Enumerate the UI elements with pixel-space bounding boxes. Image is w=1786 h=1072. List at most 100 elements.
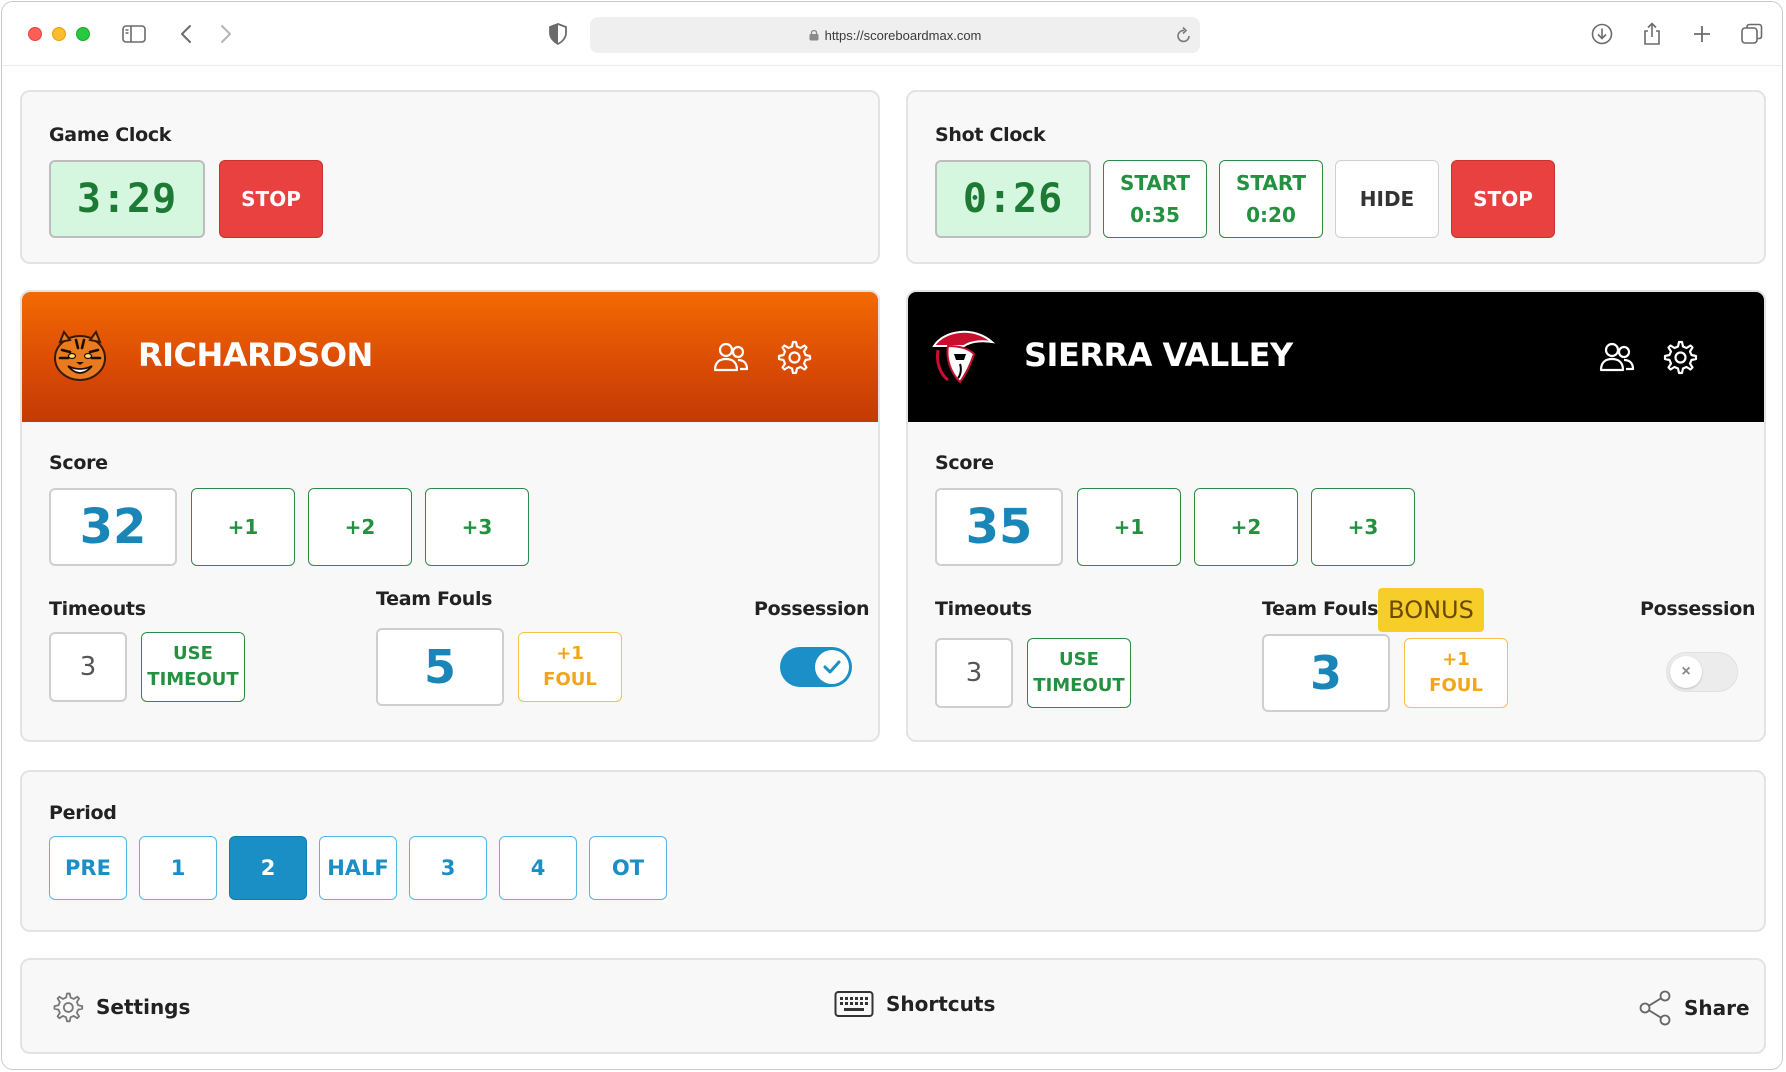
away-team-header: SIERRA VALLEY bbox=[908, 292, 1764, 422]
away-plus3-button[interactable]: +3 bbox=[1311, 488, 1415, 566]
download-icon[interactable] bbox=[1588, 20, 1616, 48]
start-35-line2: 0:35 bbox=[1130, 203, 1180, 227]
home-timeouts-label: Timeouts bbox=[49, 598, 146, 620]
away-timeouts-display: 3 bbox=[935, 638, 1013, 708]
away-plus1-button[interactable]: +1 bbox=[1077, 488, 1181, 566]
checkmark-icon bbox=[823, 660, 841, 674]
period-button-ot[interactable]: OT bbox=[589, 836, 667, 900]
reload-icon[interactable] bbox=[1176, 26, 1192, 44]
cavalier-logo-icon bbox=[930, 324, 996, 388]
url-text: https://scoreboardmax.com bbox=[824, 27, 982, 43]
toggle-knob bbox=[815, 650, 849, 684]
game-clock-label: Game Clock bbox=[49, 124, 172, 146]
share-link-label: Share bbox=[1684, 996, 1750, 1020]
period-button-3[interactable]: 3 bbox=[409, 836, 487, 900]
footer-bar: Settings Shortcuts Share bbox=[20, 958, 1766, 1054]
home-fouls-label: Team Fouls bbox=[376, 588, 493, 610]
period-panel: Period PRE 1 2 HALF 3 4 OT bbox=[20, 770, 1766, 932]
settings-link[interactable]: Settings bbox=[50, 990, 190, 1024]
away-add-foul-line1: +1 bbox=[1442, 649, 1470, 670]
away-team-panel: SIERRA VALLEY Score 35 +1 +2 +3 Timeouts… bbox=[906, 290, 1766, 742]
address-bar[interactable]: https://scoreboardmax.com bbox=[590, 17, 1200, 53]
home-team-panel: RICHARDSON Score 32 +1 +2 +3 Timeouts 3 … bbox=[20, 290, 880, 742]
away-add-foul-line2: FOUL bbox=[1429, 675, 1483, 696]
away-team-name: SIERRA VALLEY bbox=[1024, 336, 1293, 374]
home-possession-toggle[interactable] bbox=[780, 647, 852, 687]
away-bonus-badge: BONUS bbox=[1378, 588, 1484, 632]
new-tab-icon[interactable] bbox=[1688, 20, 1716, 48]
away-possession-label: Possession bbox=[1640, 598, 1756, 620]
start-shot-clock-20-button[interactable]: START 0:20 bbox=[1219, 160, 1323, 238]
home-fouls-display: 5 bbox=[376, 628, 504, 706]
shot-clock-stop-button[interactable]: STOP bbox=[1451, 160, 1555, 238]
shot-clock-label: Shot Clock bbox=[935, 124, 1046, 146]
share-link[interactable]: Share bbox=[1638, 990, 1750, 1026]
home-use-timeout-line2: TIMEOUT bbox=[147, 669, 239, 690]
zoom-window-button[interactable] bbox=[76, 27, 90, 41]
period-label: Period bbox=[49, 802, 117, 824]
keyboard-icon bbox=[834, 991, 874, 1017]
start-shot-clock-35-button[interactable]: START 0:35 bbox=[1103, 160, 1207, 238]
away-roster-icon[interactable] bbox=[1598, 338, 1636, 376]
period-button-1[interactable]: 1 bbox=[139, 836, 217, 900]
sidebar-toggle-icon[interactable] bbox=[120, 20, 148, 48]
browser-toolbar: https://scoreboardmax.com bbox=[2, 2, 1782, 66]
period-button-pre[interactable]: PRE bbox=[49, 836, 127, 900]
away-use-timeout-line2: TIMEOUT bbox=[1033, 675, 1125, 696]
home-use-timeout-line1: USE bbox=[173, 643, 213, 664]
lock-icon bbox=[809, 29, 819, 41]
hide-shot-clock-button[interactable]: HIDE bbox=[1335, 160, 1439, 238]
start-20-line1: START bbox=[1235, 171, 1307, 195]
home-settings-gear-icon[interactable] bbox=[774, 338, 812, 376]
share-nodes-icon bbox=[1639, 990, 1671, 1026]
toggle-knob-x-icon: × bbox=[1670, 656, 1702, 688]
away-score-label: Score bbox=[935, 452, 994, 474]
game-clock-panel: Game Clock 3:29 STOP bbox=[20, 90, 880, 264]
away-plus2-button[interactable]: +2 bbox=[1194, 488, 1298, 566]
page-content: Game Clock 3:29 STOP Shot Clock 0:26 STA… bbox=[2, 66, 1782, 1069]
privacy-shield-icon[interactable] bbox=[544, 20, 572, 48]
game-clock-stop-button[interactable]: STOP bbox=[219, 160, 323, 238]
home-plus2-button[interactable]: +2 bbox=[308, 488, 412, 566]
back-icon[interactable] bbox=[172, 20, 200, 48]
game-clock-display: 3:29 bbox=[49, 160, 205, 238]
start-35-line1: START bbox=[1119, 171, 1191, 195]
period-button-4[interactable]: 4 bbox=[499, 836, 577, 900]
browser-window: https://scoreboardmax.com Game Clock 3:2… bbox=[1, 1, 1783, 1070]
start-20-line2: 0:20 bbox=[1246, 203, 1296, 227]
home-add-foul-button[interactable]: +1 FOUL bbox=[518, 632, 622, 702]
away-use-timeout-line1: USE bbox=[1059, 649, 1099, 670]
minimize-window-button[interactable] bbox=[52, 27, 66, 41]
home-team-name: RICHARDSON bbox=[138, 336, 373, 374]
home-plus1-button[interactable]: +1 bbox=[191, 488, 295, 566]
away-fouls-display: 3 bbox=[1262, 634, 1390, 712]
away-score-display: 35 bbox=[935, 488, 1063, 566]
home-add-foul-line2: FOUL bbox=[543, 669, 597, 690]
home-use-timeout-button[interactable]: USE TIMEOUT bbox=[141, 632, 245, 702]
share-page-icon[interactable] bbox=[1638, 20, 1666, 48]
away-possession-toggle[interactable]: × bbox=[1666, 652, 1738, 692]
shot-clock-panel: Shot Clock 0:26 START 0:35 START 0:20 HI… bbox=[906, 90, 1766, 264]
tiger-logo-icon bbox=[50, 328, 110, 384]
away-settings-gear-icon[interactable] bbox=[1660, 338, 1698, 376]
shortcuts-link[interactable]: Shortcuts bbox=[834, 990, 995, 1018]
away-fouls-label: Team Fouls bbox=[1262, 598, 1379, 620]
home-score-display: 32 bbox=[49, 488, 177, 566]
home-possession-label: Possession bbox=[754, 598, 870, 620]
away-use-timeout-button[interactable]: USE TIMEOUT bbox=[1027, 638, 1131, 708]
home-add-foul-line1: +1 bbox=[556, 643, 584, 664]
period-button-2[interactable]: 2 bbox=[229, 836, 307, 900]
close-window-button[interactable] bbox=[28, 27, 42, 41]
home-plus3-button[interactable]: +3 bbox=[425, 488, 529, 566]
shortcuts-link-label: Shortcuts bbox=[886, 992, 996, 1016]
home-roster-icon[interactable] bbox=[712, 338, 750, 376]
away-timeouts-label: Timeouts bbox=[935, 598, 1032, 620]
shot-clock-display: 0:26 bbox=[935, 160, 1091, 238]
home-team-header: RICHARDSON bbox=[22, 292, 878, 422]
forward-icon[interactable] bbox=[212, 20, 240, 48]
home-timeouts-display: 3 bbox=[49, 632, 127, 702]
settings-link-label: Settings bbox=[96, 995, 191, 1019]
period-button-half[interactable]: HALF bbox=[319, 836, 397, 900]
tab-overview-icon[interactable] bbox=[1738, 20, 1766, 48]
away-add-foul-button[interactable]: +1 FOUL bbox=[1404, 638, 1508, 708]
